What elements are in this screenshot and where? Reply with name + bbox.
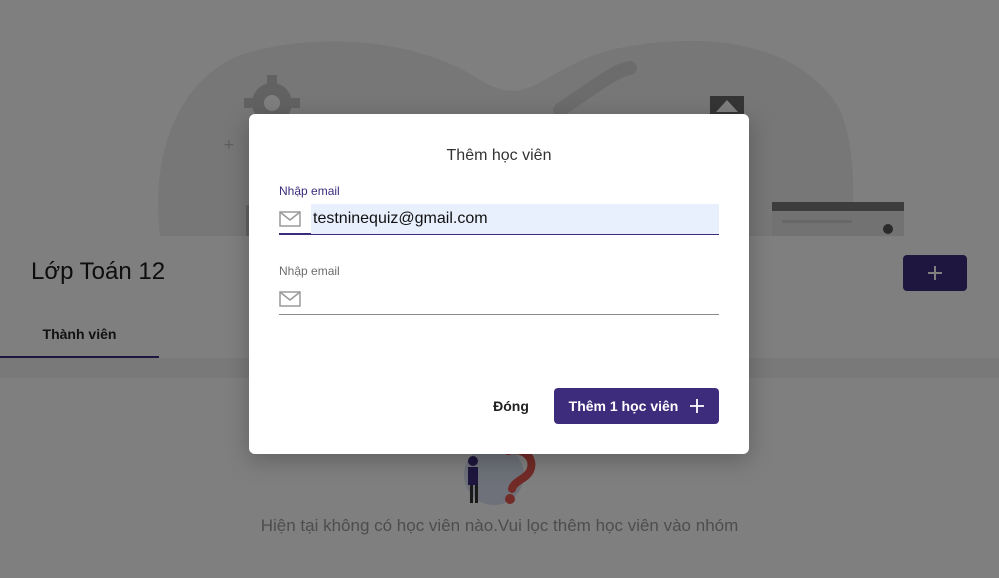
- add-student-label: Thêm 1 học viên: [568, 398, 679, 414]
- mail-icon: [279, 291, 311, 307]
- email-field-1: Nhập email: [279, 184, 719, 235]
- close-button[interactable]: Đóng: [483, 389, 539, 423]
- email-field-2: Nhập email: [279, 264, 719, 315]
- dialog-title: Thêm học viên: [446, 147, 552, 164]
- email-input[interactable]: [311, 284, 719, 314]
- email-input[interactable]: [311, 203, 719, 234]
- mail-icon: [279, 210, 311, 227]
- plus-icon: [690, 399, 705, 413]
- email-field-label: Nhập email: [279, 184, 340, 198]
- add-student-dialog: Thêm học viên Nhập email Nhập email Đóng…: [249, 114, 749, 454]
- add-student-button[interactable]: Thêm 1 học viên: [554, 388, 719, 424]
- email-field-label: Nhập email: [279, 264, 340, 278]
